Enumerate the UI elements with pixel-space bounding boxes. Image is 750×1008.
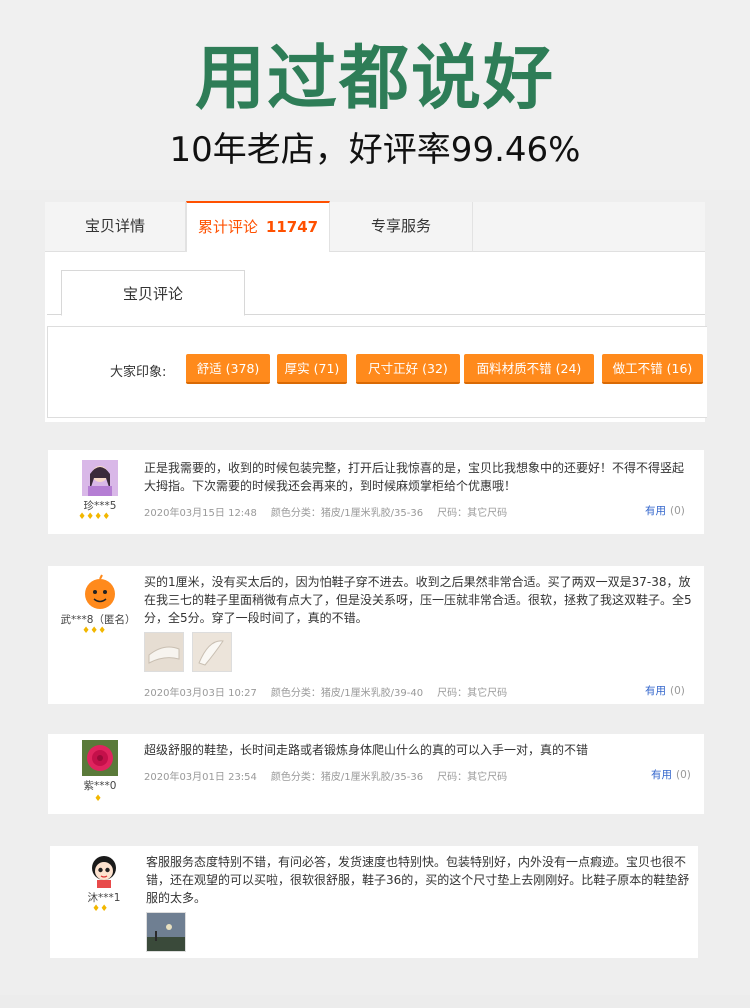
review-date: 2020年03月15日 12:48 xyxy=(144,508,257,519)
useful-label: 有用 xyxy=(651,769,672,781)
review-item: 沐***1 ♦♦ 客服服务态度特别不错，有问必答，发货速度也特别快。包装特别好，… xyxy=(50,846,698,958)
review-text: 超级舒服的鞋垫，长时间走路或者锻炼身体爬山什么的真的可以入手一对，真的不错 xyxy=(144,743,589,757)
impression-tag[interactable]: 舒适 (378) xyxy=(186,354,270,384)
review-date: 2020年03月03日 10:27 xyxy=(144,688,257,699)
impressions-box: 大家印象: 舒适 (378) 厚实 (71) 尺寸正好 (32) 面料材质不错 … xyxy=(47,326,707,418)
useful-count: (0) xyxy=(670,685,685,697)
review-text: 正是我需要的，收到的时候包装完整，打开后让我惊喜的是，宝贝比我想象中的还要好！不… xyxy=(144,461,685,493)
rank-gems-icon: ♦♦ xyxy=(92,904,109,914)
review-color-class: 颜色分类：猪皮/1厘米乳胶/35-36 xyxy=(270,508,424,519)
avatar xyxy=(82,574,118,610)
review-text: 客服服务态度特别不错，有问必答，发货速度也特别快。包装特别好，内外没有一点瘕迹。… xyxy=(146,855,690,905)
useful-button[interactable]: 有用 (0) xyxy=(645,503,685,518)
review-item: 紫***0 ♦ 超级舒服的鞋垫，长时间走路或者锻炼身体爬山什么的真的可以入手一对… xyxy=(48,734,704,814)
tab-label: 累计评论 xyxy=(197,218,258,236)
rank-gems-icon: ♦ xyxy=(94,794,103,804)
impression-tag[interactable]: 做工不错 (16) xyxy=(602,354,703,384)
rank-gems-icon: ♦♦♦ xyxy=(82,626,107,636)
subheadline: 10年老店，好评率99.46% xyxy=(169,130,581,170)
review-color-class: 颜色分类：猪皮/1厘米乳胶/39-40 xyxy=(270,688,424,699)
subtab-item-reviews[interactable]: 宝贝评论 xyxy=(61,270,245,316)
avatar xyxy=(82,740,118,776)
review-meta: 2020年03月03日 10:27 颜色分类：猪皮/1厘米乳胶/39-40 尺码：其… xyxy=(144,684,521,699)
tab-bar: 宝贝详情 累计评论 11747 专享服务 xyxy=(45,201,705,252)
review-item: 武***8（匿名） ♦♦♦ 买的1厘米，没有买太后的，因为怕鞋子穿不进去。收到之… xyxy=(48,566,704,704)
promo-banner: 用过都说好 10年老店，好评率99.46% xyxy=(0,0,750,190)
review-panel: 宝贝评论 大家印象: 舒适 (378) 厚实 (71) 尺寸正好 (32) 面料… xyxy=(45,252,707,422)
impression-tag[interactable]: 面料材质不错 (24) xyxy=(464,354,594,384)
review-photo[interactable] xyxy=(192,632,232,672)
avatar xyxy=(82,460,118,496)
impression-tag[interactable]: 厚实 (71) xyxy=(277,354,347,384)
impressions-label: 大家印象: xyxy=(110,365,167,380)
reviewer-name: 紫***0 xyxy=(83,780,117,792)
headline: 用过都说好 xyxy=(195,37,555,119)
review-size: 尺码：其它尺码 xyxy=(437,508,508,519)
review-date: 2020年03月01日 23:54 xyxy=(144,772,257,783)
review-count: 11747 xyxy=(265,218,319,236)
useful-label: 有用 xyxy=(645,685,666,697)
avatar xyxy=(86,852,122,888)
review-meta: 2020年03月15日 12:48 颜色分类：猪皮/1厘米乳胶/35-36 尺码：其… xyxy=(144,504,521,519)
review-photo[interactable] xyxy=(146,912,186,952)
useful-count: (0) xyxy=(676,769,691,781)
review-size: 尺码：其它尺码 xyxy=(437,688,508,699)
useful-button[interactable]: 有用 (0) xyxy=(651,767,691,782)
tab-label: 专享服务 xyxy=(370,217,431,235)
review-photo[interactable] xyxy=(144,632,184,672)
tab-reviews[interactable]: 累计评论 11747 xyxy=(186,201,330,252)
divider xyxy=(0,995,750,1008)
rank-gems-icon: ♦♦♦♦ xyxy=(78,512,111,522)
tab-label: 宝贝详情 xyxy=(84,217,145,235)
review-size: 尺码：其它尺码 xyxy=(437,772,508,783)
review-color-class: 颜色分类：猪皮/1厘米乳胶/35-36 xyxy=(270,772,424,783)
review-text: 买的1厘米，没有买太后的，因为怕鞋子穿不进去。收到之后果然非常合适。买了两双一双… xyxy=(144,575,692,625)
reviewer-name: 珍***5 xyxy=(83,500,117,512)
impression-tag[interactable]: 尺寸正好 (32) xyxy=(356,354,460,384)
useful-label: 有用 xyxy=(645,505,666,517)
useful-button[interactable]: 有用 (0) xyxy=(645,683,685,698)
useful-count: (0) xyxy=(670,505,685,517)
tab-item-detail[interactable]: 宝贝详情 xyxy=(45,202,186,252)
review-item: 珍***5 ♦♦♦♦ 正是我需要的，收到的时候包装完整，打开后让我惊喜的是，宝贝… xyxy=(48,450,704,534)
review-meta: 2020年03月01日 23:54 颜色分类：猪皮/1厘米乳胶/35-36 尺码：其… xyxy=(144,768,521,783)
tab-service[interactable]: 专享服务 xyxy=(330,202,473,252)
reviewer-name: 武***8（匿名） xyxy=(60,614,136,626)
reviewer-name: 沐***1 xyxy=(87,892,121,904)
